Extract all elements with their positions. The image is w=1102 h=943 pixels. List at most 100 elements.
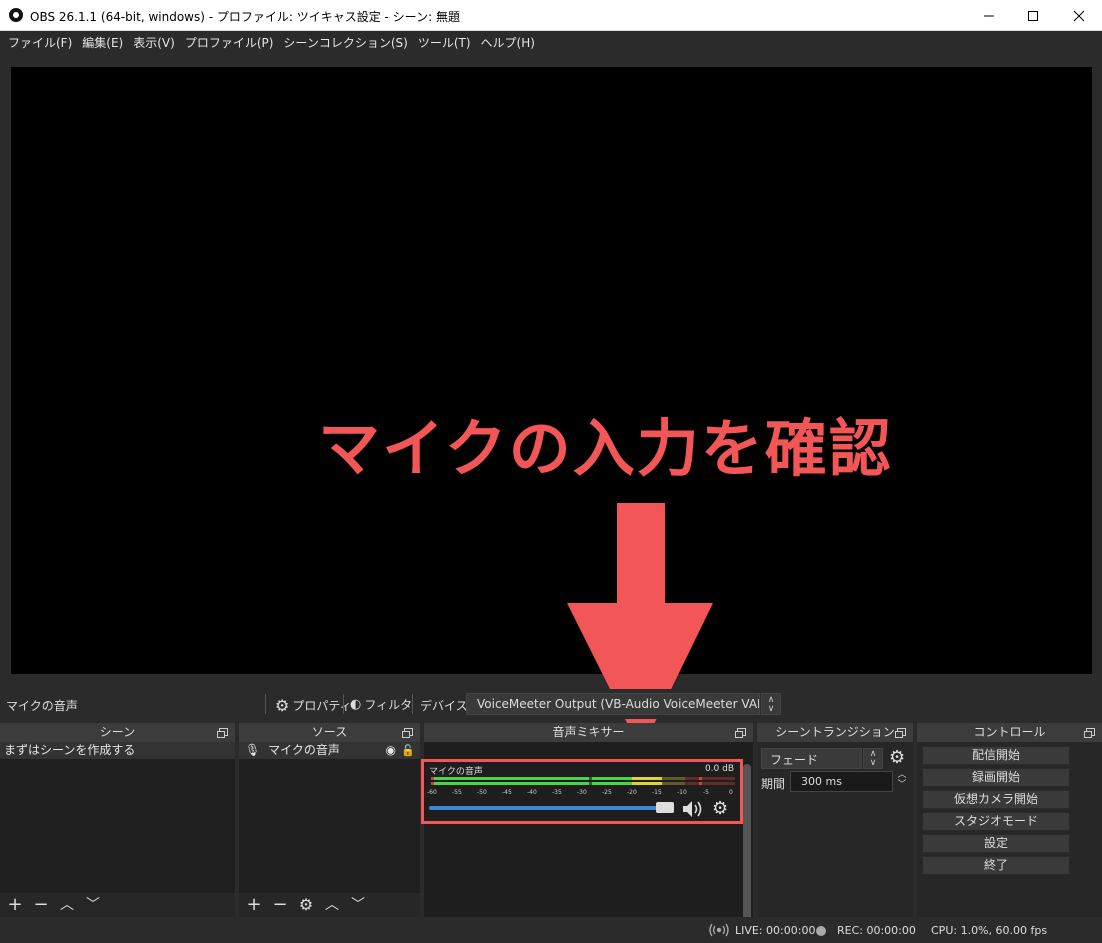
device-spin-icon[interactable]: ∧ ∨ xyxy=(761,693,781,715)
volume-meter xyxy=(431,777,735,786)
lock-icon[interactable]: 🔓 xyxy=(401,742,415,759)
tick-label: -45 xyxy=(502,789,512,796)
gear-icon[interactable]: ⚙ xyxy=(297,895,315,915)
move-up-icon[interactable]: ︿ xyxy=(58,895,76,915)
title-bar: OBS 26.1.1 (64-bit, windows) - プロファイル: ツ… xyxy=(0,0,1102,31)
sources-title: ソース xyxy=(311,725,348,739)
tick-label: -60 xyxy=(427,789,437,796)
remove-icon[interactable]: − xyxy=(271,895,289,915)
menu-help[interactable]: ヘルプ(H) xyxy=(477,34,539,51)
sources-dock: ソース 🎙 マイクの音声 ◉ 🔓 + − ⚙ ︿ ﹀ xyxy=(239,723,420,917)
transitions-header: シーントランジション xyxy=(757,723,913,742)
scenes-footer: + − ︿ ﹀ xyxy=(0,893,235,917)
gear-icon: ⚙ xyxy=(275,696,290,715)
record-dot-icon xyxy=(816,926,826,936)
tick-label: -50 xyxy=(477,789,487,796)
toolbar-divider xyxy=(343,694,344,714)
duration-label: 期間 xyxy=(761,777,786,791)
tick-label: -15 xyxy=(652,789,662,796)
mixer-header: 音声ミキサー xyxy=(424,723,753,742)
exit-button[interactable]: 終了 xyxy=(922,856,1070,875)
undock-icon[interactable] xyxy=(1084,728,1095,738)
close-icon xyxy=(1073,10,1085,21)
list-item[interactable]: 🎙 マイクの音声 ◉ 🔓 xyxy=(239,742,420,759)
tick-label: 0 xyxy=(729,789,733,796)
rec-time: REC: 00:00:00 xyxy=(837,924,916,937)
duration-input[interactable]: 300 ms xyxy=(790,771,893,792)
filters-label: フィルタ xyxy=(364,698,413,712)
close-button[interactable] xyxy=(1056,0,1102,31)
tick-label: -35 xyxy=(552,789,562,796)
gear-icon[interactable]: ⚙ xyxy=(712,800,730,818)
volume-slider[interactable] xyxy=(429,806,667,810)
mixer-scrollbar[interactable] xyxy=(743,764,751,929)
filter-icon: ◐ xyxy=(350,697,362,712)
device-select[interactable]: VoiceMeeter Output (VB-Audio VoiceMeeter… xyxy=(466,693,760,715)
menu-edit[interactable]: 編集(E) xyxy=(78,34,127,51)
mixer-title: 音声ミキサー xyxy=(552,725,625,739)
menu-tools[interactable]: ツール(T) xyxy=(414,34,475,51)
source-toolbar: マイクの音声 ⚙ プロパティ ◐ フィルタ デバイス VoiceMeeter O… xyxy=(0,689,1102,719)
scenes-header: シーン xyxy=(0,723,235,742)
controls-header: コントロール xyxy=(917,723,1102,742)
meter-ticks: -60 -55 -50 -45 -40 -35 -30 -25 -20 -15 … xyxy=(427,789,737,799)
sources-list: 🎙 マイクの音声 ◉ 🔓 xyxy=(239,742,420,893)
minimize-button[interactable] xyxy=(966,0,1012,31)
maximize-button[interactable] xyxy=(1010,0,1056,31)
transition-spin-icon[interactable]: ∧ ∨ xyxy=(863,748,883,769)
move-down-icon[interactable]: ﹀ xyxy=(84,895,102,915)
tick-label: -10 xyxy=(677,789,687,796)
sources-footer: + − ⚙ ︿ ﹀ xyxy=(239,893,420,917)
annotation-text: マイクの入力を確認 xyxy=(318,412,893,485)
menu-profile[interactable]: プロファイル(P) xyxy=(181,34,278,51)
filters-button[interactable]: ◐ フィルタ xyxy=(350,696,412,713)
tick-label: -5 xyxy=(703,789,709,796)
menu-file[interactable]: ファイル(F) xyxy=(4,34,76,51)
preview-area xyxy=(0,53,1102,689)
speaker-icon[interactable] xyxy=(681,799,705,819)
selected-source-name: マイクの音声 xyxy=(6,699,78,713)
studio-mode-button[interactable]: スタジオモード xyxy=(922,812,1070,831)
tick-label: -40 xyxy=(527,789,537,796)
eye-icon[interactable]: ◉ xyxy=(386,742,396,759)
add-icon[interactable]: + xyxy=(245,895,263,915)
transitions-title: シーントランジション xyxy=(775,725,895,739)
audio-mixer-dock: 音声ミキサー マイクの音声 0.0 dB -60 -55 -50 -45 -40… xyxy=(421,723,753,929)
menu-scene-collection[interactable]: シーンコレクション(S) xyxy=(279,34,411,51)
minimize-icon xyxy=(984,15,994,16)
controls-title: コントロール xyxy=(973,725,1046,739)
mixer-area: マイクの音声 0.0 dB -60 -55 -50 -45 -40 -35 -3… xyxy=(421,742,753,929)
move-down-icon[interactable]: ﹀ xyxy=(349,895,367,915)
undock-icon[interactable] xyxy=(895,728,906,738)
tick-label: -25 xyxy=(602,789,612,796)
undock-icon[interactable] xyxy=(402,728,413,738)
duration-spin-icon[interactable]: ︿ ﹀ xyxy=(893,770,911,792)
undock-icon[interactable] xyxy=(217,728,228,738)
move-up-icon[interactable]: ︿ xyxy=(323,895,341,915)
gear-icon[interactable]: ⚙ xyxy=(889,748,909,768)
preview-canvas[interactable] xyxy=(11,67,1092,674)
mixer-channel: マイクの音声 0.0 dB -60 -55 -50 -45 -40 -35 -3… xyxy=(421,759,743,824)
scenes-title: シーン xyxy=(99,725,136,739)
undock-icon[interactable] xyxy=(735,728,746,738)
settings-button[interactable]: 設定 xyxy=(922,834,1070,853)
scene-transitions-dock: シーントランジション フェード ∧ ∨ ⚙ 期間 300 ms ︿ ﹀ xyxy=(757,723,913,917)
properties-button[interactable]: ⚙ プロパティ xyxy=(275,696,352,715)
device-label: デバイス xyxy=(420,699,468,713)
remove-icon[interactable]: − xyxy=(32,895,50,915)
toolbar-divider xyxy=(412,694,413,714)
list-item[interactable]: まずはシーンを作成する xyxy=(0,742,235,759)
menu-view[interactable]: 表示(V) xyxy=(129,34,179,51)
start-recording-button[interactable]: 録画開始 xyxy=(922,768,1070,787)
start-virtual-camera-button[interactable]: 仮想カメラ開始 xyxy=(922,790,1070,809)
scenes-list: まずはシーンを作成する xyxy=(0,742,235,893)
source-label: マイクの音声 xyxy=(268,743,340,757)
window-title: OBS 26.1.1 (64-bit, windows) - プロファイル: ツ… xyxy=(30,10,460,24)
channel-name: マイクの音声 xyxy=(429,767,483,777)
live-time: LIVE: 00:00:00 xyxy=(735,924,816,937)
transition-type-select[interactable]: フェード xyxy=(761,748,862,769)
add-icon[interactable]: + xyxy=(6,895,24,915)
start-streaming-button[interactable]: 配信開始 xyxy=(922,746,1070,765)
volume-slider-handle[interactable] xyxy=(656,802,674,813)
tick-label: -20 xyxy=(627,789,637,796)
